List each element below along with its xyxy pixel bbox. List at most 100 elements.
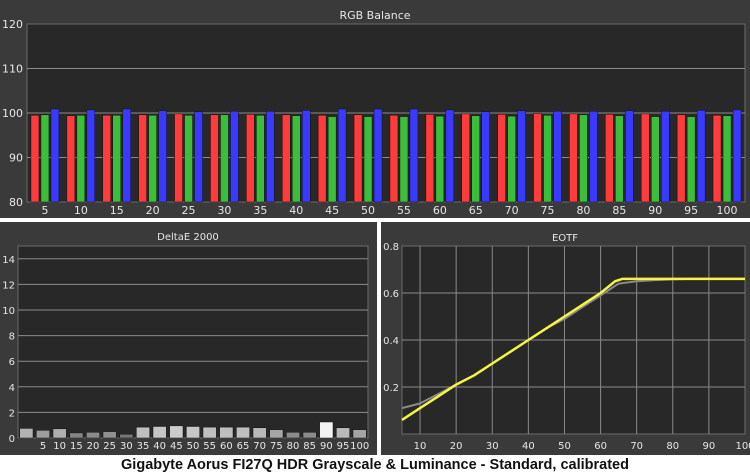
deltae-bar — [152, 426, 167, 439]
deltae-bar — [69, 432, 84, 439]
deltae-bar — [352, 429, 367, 439]
rgb-bar-green — [507, 115, 516, 203]
rgb-bar-red — [497, 114, 506, 203]
deltae-x-tick-label: 95 — [337, 441, 350, 452]
deltae-bar — [86, 431, 100, 439]
deltae-x-tick-label: 55 — [203, 441, 216, 452]
charts-canvas: RGB Balance80901001101205 10 15 20 25 30 35 40 4… — [0, 0, 750, 455]
deltae-y-tick-label: 2 — [9, 408, 15, 419]
deltae-bar — [319, 421, 334, 439]
eotf-x-tick-label: 50 — [558, 441, 571, 452]
deltae-bar — [236, 426, 250, 439]
rgb-bar-blue — [553, 110, 562, 203]
deltae-x-tick-label: 40 — [153, 441, 166, 452]
rgb-bar-green — [722, 115, 732, 203]
deltae-bar — [169, 425, 184, 439]
deltae-chart-title: DeltaE 2000 — [157, 232, 219, 243]
rgb-x-tick-label: 100 — [717, 204, 738, 217]
eotf-x-tick-label: 10 — [414, 441, 427, 452]
deltae-y-tick-label: 10 — [2, 306, 15, 317]
eotf-x-tick-label: 30 — [486, 441, 499, 452]
rgb-bar-blue — [50, 108, 60, 203]
deltae-x-tick-label: 80 — [287, 441, 300, 452]
rgb-y-tick-label: 100 — [2, 107, 23, 120]
rgb-x-tick-label: 75 — [541, 204, 555, 217]
rgb-x-tick-label: 35 — [253, 204, 267, 217]
eotf-x-tick-label: 60 — [594, 441, 607, 452]
rgb-bar-blue — [481, 111, 490, 203]
deltae-x-tick-label: 85 — [303, 441, 316, 452]
rgb-x-tick-label: 65 — [469, 204, 483, 217]
rgb-bar-red — [389, 114, 399, 203]
rgb-bar-blue — [194, 111, 203, 203]
rgb-bar-red — [66, 115, 76, 203]
rgb-bar-red — [461, 113, 470, 203]
rgb-y-tick-label: 90 — [9, 152, 23, 165]
rgb-x-tick-label: 10 — [74, 204, 88, 217]
deltae-plot-area — [17, 245, 369, 439]
rgb-bar-blue — [661, 110, 670, 203]
deltae-x-tick-label: 65 — [237, 441, 250, 452]
rgb-x-tick-label: 60 — [433, 204, 447, 217]
rgb-bar-blue — [625, 110, 634, 203]
deltae-bar — [102, 431, 117, 439]
deltae-bar — [336, 427, 350, 439]
eotf-chart-title: EOTF — [552, 233, 578, 244]
deltae-x-tick-label: 15 — [70, 441, 83, 452]
rgb-x-tick-label: 85 — [612, 204, 626, 217]
rgb-bar-green — [112, 114, 121, 203]
deltae-y-tick-label: 6 — [9, 357, 15, 368]
eotf-x-tick-label: 80 — [666, 441, 679, 452]
rgb-bar-red — [30, 114, 40, 203]
rgb-bar-green — [148, 114, 157, 203]
rgb-bar-red — [317, 114, 327, 203]
rgb-bar-red — [353, 114, 363, 203]
rgb-x-tick-label: 30 — [217, 204, 231, 217]
rgb-bar-green — [686, 116, 696, 203]
rgb-bar-blue — [696, 110, 706, 203]
rgb-bar-blue — [517, 110, 526, 203]
rgb-bar-blue — [266, 110, 275, 203]
deltae-x-tick-label: 90 — [320, 441, 333, 452]
rgb-bar-blue — [230, 110, 239, 203]
eotf-x-tick-label: 90 — [703, 441, 716, 452]
rgb-x-tick-label: 90 — [648, 204, 662, 217]
rgb-x-tick-label: 55 — [397, 204, 411, 217]
rgb-bar-red — [641, 113, 650, 203]
eotf-y-tick-label: 0.6 — [383, 289, 399, 300]
rgb-bar-red — [246, 114, 255, 203]
deltae-bar — [202, 426, 217, 439]
deltae-bar — [36, 430, 50, 439]
figure-caption: Gigabyte Aorus FI27Q HDR Grayscale & Lum… — [121, 457, 629, 473]
deltae-y-tick-label: 12 — [2, 280, 15, 291]
figure: RGB Balance 80 90 100 110 120 5 10 15 20 25 30 35 40 4… — [0, 0, 750, 476]
rgb-x-tick-label: 20 — [146, 204, 160, 217]
rgb-y-tick-label: 80 — [9, 196, 23, 209]
rgb-x-tick-label: 5 — [41, 204, 48, 217]
deltae-bar — [119, 433, 134, 439]
rgb-bar-green — [256, 114, 265, 203]
rgb-bar-green — [543, 114, 552, 203]
rgb-chart-title: RGB Balance — [339, 9, 410, 22]
rgb-bar-blue — [122, 108, 131, 203]
deltae-x-tick-label: 75 — [270, 441, 283, 452]
eotf-x-tick-label: 70 — [630, 441, 643, 452]
rgb-bar-red — [174, 113, 183, 203]
deltae-bar — [286, 431, 300, 439]
deltae-x-tick-label: 45 — [170, 441, 183, 452]
eotf-x-tick-label: 20 — [450, 441, 463, 452]
rgb-y-tick-label: 120 — [2, 18, 23, 31]
deltae-bar — [219, 426, 234, 439]
eotf-y-tick-label: 0.4 — [383, 336, 399, 347]
deltae-bar — [252, 427, 267, 439]
rgb-bar-green — [327, 116, 337, 203]
deltae-x-tick-label: 10 — [53, 441, 66, 452]
rgb-bar-green — [471, 115, 480, 203]
rgb-x-tick-label: 45 — [325, 204, 339, 217]
rgb-bar-red — [676, 114, 686, 203]
rgb-bar-green — [435, 115, 445, 203]
rgb-x-tick-label: 25 — [182, 204, 196, 217]
deltae-bar — [269, 429, 284, 439]
deltae-bar — [302, 431, 317, 439]
deltae-y-tick-label: 0 — [9, 434, 15, 445]
